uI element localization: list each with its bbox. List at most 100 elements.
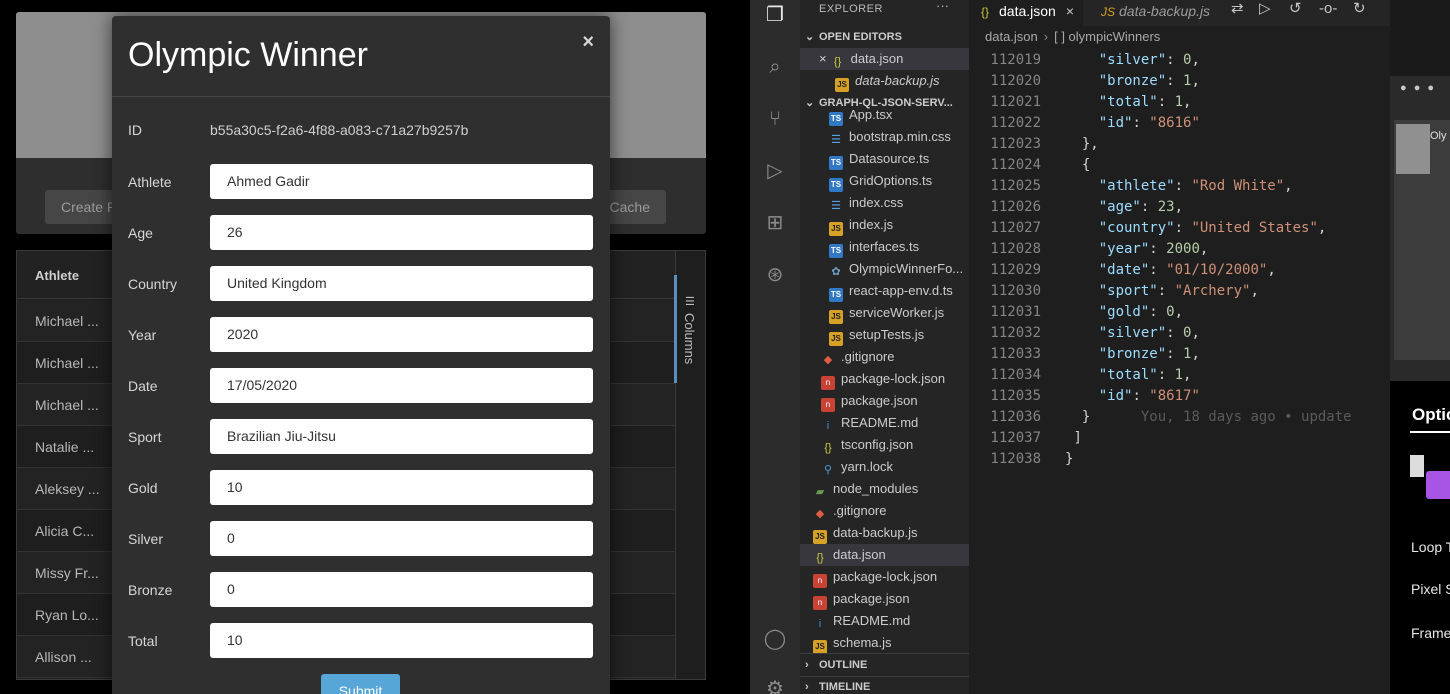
code-line: 112035 "id": "8617" [969,386,1390,407]
close-icon[interactable]: × [1066,3,1074,19]
file-tree-item[interactable]: TS interfaces.ts [800,236,969,258]
code-text: } You, 18 days ago • update [1065,407,1352,428]
file-tree-item[interactable]: JS serviceWorker.js [800,302,969,324]
open-changes-icon[interactable]: ⇄ [1231,0,1244,18]
file-tree-item[interactable]: ◆ .gitignore [800,346,969,368]
go-back-icon[interactable]: ↺ [1289,0,1302,18]
source-control-icon[interactable]: ⑂ [762,106,788,132]
line-number: 112027 [990,220,1041,236]
search-icon[interactable]: ⌕ [762,54,788,80]
line-number: 112028 [990,241,1041,257]
code-text: "year": 2000, [1065,239,1209,260]
open-editors-section[interactable]: ⌄ OPEN EDITORS [800,26,969,48]
file-tree-item[interactable]: {} tsconfig.json [800,434,969,456]
file-tree-item[interactable]: n package-lock.json [800,368,969,390]
file-tree-item[interactable]: i README.md [800,610,969,632]
punctuation: , [1183,367,1192,383]
go-forward-icon[interactable]: ↻ [1353,0,1366,18]
git-graph-icon[interactable]: ⊛ [762,262,788,288]
code-line: 112037 ] [969,428,1390,449]
option-frame[interactable]: Frame [1411,625,1450,641]
punctuation: { [1081,157,1091,173]
open-editor-data-backup[interactable]: JS data-backup.js [800,70,969,92]
year-input[interactable]: 2020 [210,317,593,352]
date-input[interactable]: 17/05/2020 [210,368,593,403]
account-icon[interactable]: ◯ [762,626,788,652]
file-tree-item[interactable]: TS GridOptions.ts [800,170,969,192]
timeline-section[interactable]: › TIMELINE [800,676,969,694]
file-tree-item[interactable]: n package.json [800,588,969,610]
column-header-athlete[interactable]: Athlete [35,268,79,283]
more-actions-icon[interactable]: ··· [936,0,949,13]
punctuation: }, [1081,136,1099,152]
outline-section[interactable]: › OUTLINE [800,654,969,676]
file-tree-item[interactable]: JS schema.js [800,632,969,654]
file-tree-item[interactable]: ▰ node_modules [800,478,969,500]
close-icon[interactable]: × [819,51,827,66]
modal-divider [112,96,610,97]
punctuation: : [1157,367,1175,383]
file-tree-item[interactable]: TS App.tsx [800,104,969,126]
sport-input[interactable]: Brazilian Jiu-Jitsu [210,419,593,454]
run-icon[interactable]: ▷ [1259,0,1271,18]
submit-button[interactable]: Submit [321,674,400,694]
breadcrumb-symbol[interactable]: [ ] olympicWinners [1054,29,1160,44]
settings-gear-icon[interactable]: ⚙ [762,676,788,694]
file-tree-item[interactable]: JS index.js [800,214,969,236]
option-pixel[interactable]: Pixel S [1411,581,1450,597]
athlete-cell: Ryan Lo... [35,607,99,623]
tab-data-backup[interactable]: JS data-backup.js [1089,0,1219,26]
file-tree-item[interactable]: TS react-app-env.d.ts [800,280,969,302]
file-tree-item[interactable]: JS setupTests.js [800,324,969,346]
file-label: README.md [841,415,919,430]
file-tree-item[interactable]: JS data-backup.js [800,522,969,544]
silver-input[interactable]: 0 [210,521,593,556]
olympic-winner-modal: Olympic Winner × ID b55a30c5-f2a6-4f88-a… [112,16,610,694]
chevron-right-icon: › [805,681,809,693]
file-tree-item[interactable]: ◆ .gitignore [800,500,969,522]
file-tree-item[interactable]: n package.json [800,390,969,412]
editor-area: {} data.json × JS data-backup.js ⇄ ▷ ↺ -o- … [969,0,1390,694]
file-tree-item[interactable]: ✿ OlympicWinnerFo... [800,258,969,280]
athlete-input[interactable]: Ahmed Gadir [210,164,593,199]
bronze-input[interactable]: 0 [210,572,593,607]
option-loop[interactable]: Loop T [1411,539,1450,555]
tab-bar: {} data.json × JS data-backup.js ⇄ ▷ ↺ -o- … [969,0,1390,26]
json-key: "country" [1098,220,1175,236]
commit-icon[interactable]: -o- [1319,0,1337,18]
columns-panel-label[interactable]: Columns [682,313,697,364]
punctuation: , [1284,178,1293,194]
json-file-icon: {} [816,552,824,564]
close-icon[interactable]: × [582,31,594,54]
window-controls-icon[interactable]: ● ● ● [1400,82,1436,94]
country-input[interactable]: United Kingdom [210,266,593,301]
tab-data-json[interactable]: {} data.json × [969,0,1083,26]
code-text: "age": 23, [1065,197,1183,218]
punctuation: : [1132,388,1150,404]
file-label: yarn.lock [841,459,894,474]
age-input[interactable]: 26 [210,215,593,250]
tab-label: data-backup.js [1119,3,1211,19]
file-tree-item[interactable]: {} data.json [800,544,969,566]
explorer-icon[interactable]: ❐ [762,2,788,28]
file-tree-item[interactable]: i README.md [800,412,969,434]
file-tree-item[interactable]: n package-lock.json [800,566,969,588]
file-tree-item[interactable]: ☰ index.css [800,192,969,214]
breadcrumb-file[interactable]: data.json [985,29,1038,44]
options-tab[interactable]: Optic [1412,405,1450,425]
gold-input[interactable]: 10 [210,470,593,505]
pause-icon[interactable] [1410,455,1424,477]
total-input[interactable]: 10 [210,623,593,658]
file-tree-item[interactable]: ⚲ yarn.lock [800,456,969,478]
file-tree-item[interactable]: ☰ bootstrap.min.css [800,126,969,148]
open-editor-data-json[interactable]: × {} data.json [800,48,969,70]
run-debug-icon[interactable]: ▷ [762,158,788,184]
file-label: package.json [833,591,910,606]
record-swatch[interactable] [1426,471,1450,499]
file-tree-item[interactable]: TS Datasource.ts [800,148,969,170]
extensions-icon[interactable]: ⊞ [762,210,788,236]
lock-file-icon: n [813,574,827,588]
columns-panel[interactable]: ☰ Columns [674,251,705,679]
